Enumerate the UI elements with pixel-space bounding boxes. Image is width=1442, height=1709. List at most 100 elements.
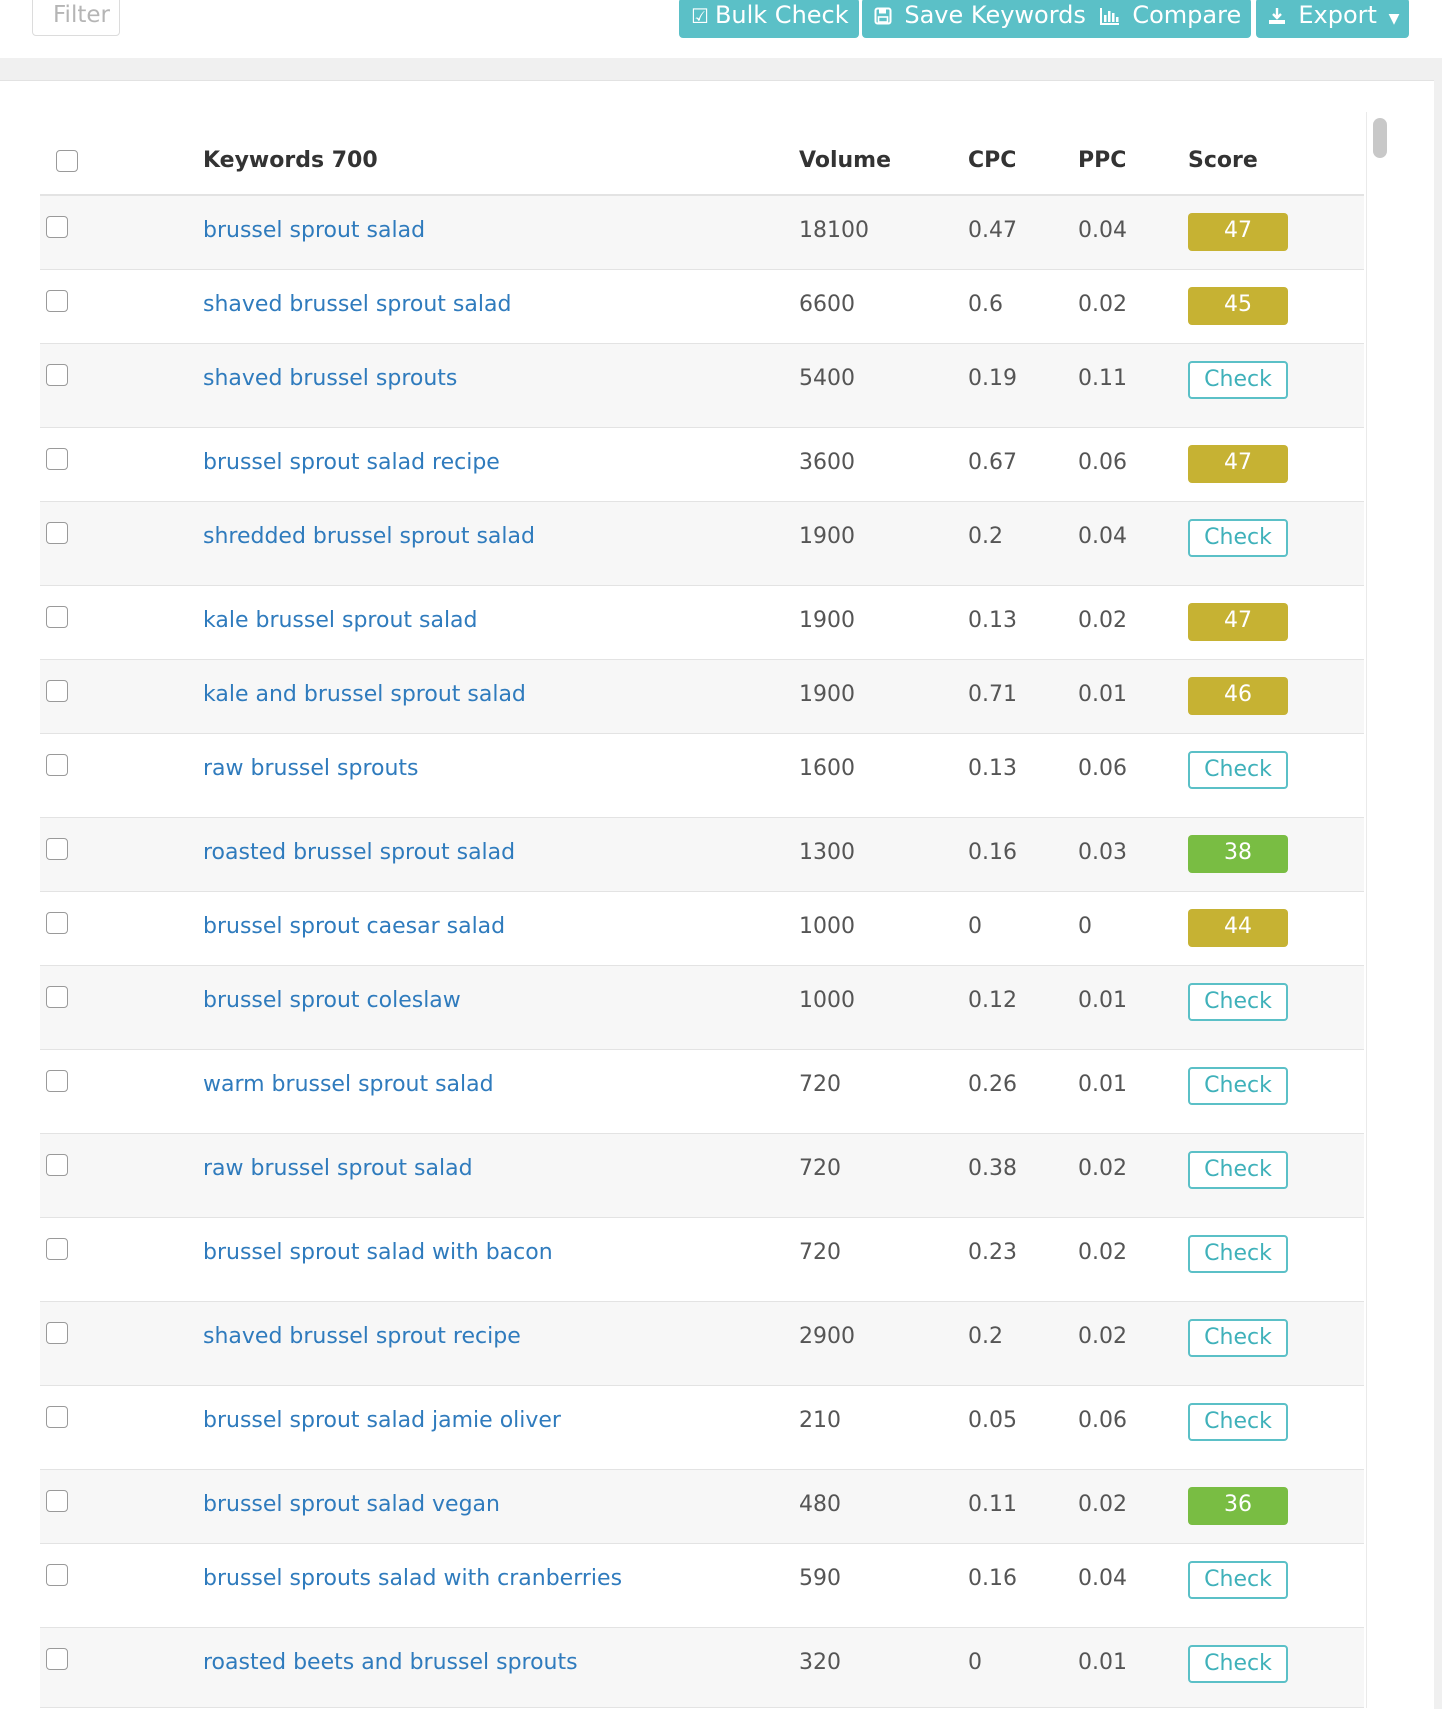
keyword-link[interactable]: raw brussel sprout salad xyxy=(203,1156,473,1181)
top-toolbar: Filter ☑ Bulk Check Save Keywords Compare… xyxy=(0,0,1442,58)
table-row: brussel sprouts salad with cranberries 59… xyxy=(40,1544,1364,1628)
ppc-cell: 0.02 xyxy=(1078,1156,1127,1181)
row-checkbox[interactable] xyxy=(46,216,68,238)
row-checkbox[interactable] xyxy=(46,986,68,1008)
header-keywords[interactable]: Keywords 700 xyxy=(203,148,378,173)
cpc-cell: 0.2 xyxy=(968,524,1003,549)
keyword-link[interactable]: brussel sprout salad recipe xyxy=(203,450,500,475)
keyword-link[interactable]: brussel sprout salad xyxy=(203,218,425,243)
check-score-button[interactable]: Check xyxy=(1188,983,1288,1021)
bulk-check-label: Bulk Check xyxy=(714,1,849,29)
export-button[interactable]: Export ▼ xyxy=(1256,0,1410,38)
keyword-link[interactable]: brussel sprout salad jamie oliver xyxy=(203,1408,561,1433)
table-header: Keywords 700 Volume CPC PPC Score xyxy=(40,136,1364,196)
keyword-link[interactable]: brussel sprout salad vegan xyxy=(203,1492,500,1517)
check-score-button[interactable]: Check xyxy=(1188,1645,1288,1683)
cpc-cell: 0.13 xyxy=(968,756,1017,781)
volume-cell: 590 xyxy=(799,1566,841,1591)
keyword-link[interactable]: brussel sprout salad with bacon xyxy=(203,1240,553,1265)
check-score-button[interactable]: Check xyxy=(1188,1235,1288,1273)
filter-input[interactable]: Filter xyxy=(32,0,120,36)
volume-cell: 1000 xyxy=(799,914,855,939)
ppc-cell: 0.04 xyxy=(1078,1566,1127,1591)
ppc-cell: 0.02 xyxy=(1078,1324,1127,1349)
cpc-cell: 0.16 xyxy=(968,840,1017,865)
row-checkbox[interactable] xyxy=(46,1406,68,1428)
caret-down-icon: ▼ xyxy=(1388,11,1400,27)
row-checkbox[interactable] xyxy=(46,522,68,544)
check-score-button[interactable]: Check xyxy=(1188,1561,1288,1599)
select-all-checkbox[interactable] xyxy=(56,150,78,172)
volume-cell: 1900 xyxy=(799,524,855,549)
check-score-button[interactable]: Check xyxy=(1188,1403,1288,1441)
volume-cell: 1900 xyxy=(799,608,855,633)
row-checkbox[interactable] xyxy=(46,1490,68,1512)
scrollbar-thumb[interactable] xyxy=(1373,118,1387,158)
table-row: warm brussel sprout salad 720 0.26 0.01 Chec… xyxy=(40,1050,1364,1134)
table-row: brussel sprout salad recipe 3600 0.67 0.06 4… xyxy=(40,428,1364,502)
ppc-cell: 0.06 xyxy=(1078,756,1127,781)
score-badge: 36 xyxy=(1188,1487,1288,1525)
save-keywords-button[interactable]: Save Keywords xyxy=(862,0,1096,38)
row-checkbox[interactable] xyxy=(46,754,68,776)
row-checkbox[interactable] xyxy=(46,448,68,470)
row-checkbox[interactable] xyxy=(46,680,68,702)
row-checkbox[interactable] xyxy=(46,1564,68,1586)
keyword-link[interactable]: brussel sprouts salad with cranberries xyxy=(203,1566,622,1591)
header-ppc[interactable]: PPC xyxy=(1078,148,1126,173)
check-score-button[interactable]: Check xyxy=(1188,361,1288,399)
score-badge: 46 xyxy=(1188,677,1288,715)
keyword-link[interactable]: shaved brussel sprout salad xyxy=(203,292,511,317)
keyword-link[interactable]: shaved brussel sprout recipe xyxy=(203,1324,521,1349)
keyword-link[interactable]: roasted beets and brussel sprouts xyxy=(203,1650,578,1675)
ppc-cell: 0.02 xyxy=(1078,1240,1127,1265)
header-volume[interactable]: Volume xyxy=(799,148,891,173)
table-row: kale brussel sprout salad 1900 0.13 0.02 47 xyxy=(40,586,1364,660)
check-score-button[interactable]: Check xyxy=(1188,1067,1288,1105)
row-checkbox[interactable] xyxy=(46,606,68,628)
row-checkbox[interactable] xyxy=(46,912,68,934)
keyword-link[interactable]: shaved brussel sprouts xyxy=(203,366,457,391)
keyword-link[interactable]: brussel sprout coleslaw xyxy=(203,988,461,1013)
row-checkbox[interactable] xyxy=(46,290,68,312)
cpc-cell: 0.13 xyxy=(968,608,1017,633)
ppc-cell: 0.02 xyxy=(1078,292,1127,317)
check-score-button[interactable]: Check xyxy=(1188,751,1288,789)
row-checkbox[interactable] xyxy=(46,1070,68,1092)
save-keywords-label: Save Keywords xyxy=(904,1,1086,29)
keyword-link[interactable]: raw brussel sprouts xyxy=(203,756,419,781)
compare-button[interactable]: Compare xyxy=(1088,0,1252,38)
keyword-link[interactable]: shredded brussel sprout salad xyxy=(203,524,535,549)
ppc-cell: 0.01 xyxy=(1078,1650,1127,1675)
compare-label: Compare xyxy=(1132,1,1242,29)
scrollbar-track[interactable] xyxy=(1366,112,1395,1708)
score-badge: 47 xyxy=(1188,213,1288,251)
table-row: roasted beets and brussel sprouts 320 0 0.0… xyxy=(40,1628,1364,1708)
header-score[interactable]: Score xyxy=(1188,148,1258,173)
cpc-cell: 0.12 xyxy=(968,988,1017,1013)
keyword-link[interactable]: roasted brussel sprout salad xyxy=(203,840,515,865)
row-checkbox[interactable] xyxy=(46,1322,68,1344)
keyword-link[interactable]: brussel sprout caesar salad xyxy=(203,914,505,939)
keyword-link[interactable]: kale and brussel sprout salad xyxy=(203,682,526,707)
row-checkbox[interactable] xyxy=(46,1154,68,1176)
row-checkbox[interactable] xyxy=(46,838,68,860)
cpc-cell: 0.19 xyxy=(968,366,1017,391)
row-checkbox[interactable] xyxy=(46,364,68,386)
check-score-button[interactable]: Check xyxy=(1188,519,1288,557)
volume-cell: 210 xyxy=(799,1408,841,1433)
ppc-cell: 0.02 xyxy=(1078,1492,1127,1517)
volume-cell: 1000 xyxy=(799,988,855,1013)
bulk-check-button[interactable]: ☑ Bulk Check xyxy=(679,0,859,38)
header-cpc[interactable]: CPC xyxy=(968,148,1016,173)
ppc-cell: 0 xyxy=(1078,914,1092,939)
check-score-button[interactable]: Check xyxy=(1188,1319,1288,1357)
row-checkbox[interactable] xyxy=(46,1238,68,1260)
keyword-link[interactable]: kale brussel sprout salad xyxy=(203,608,478,633)
check-score-button[interactable]: Check xyxy=(1188,1151,1288,1189)
keyword-link[interactable]: warm brussel sprout salad xyxy=(203,1072,494,1097)
cpc-cell: 0.2 xyxy=(968,1324,1003,1349)
row-checkbox[interactable] xyxy=(46,1648,68,1670)
volume-cell: 6600 xyxy=(799,292,855,317)
ppc-cell: 0.01 xyxy=(1078,682,1127,707)
